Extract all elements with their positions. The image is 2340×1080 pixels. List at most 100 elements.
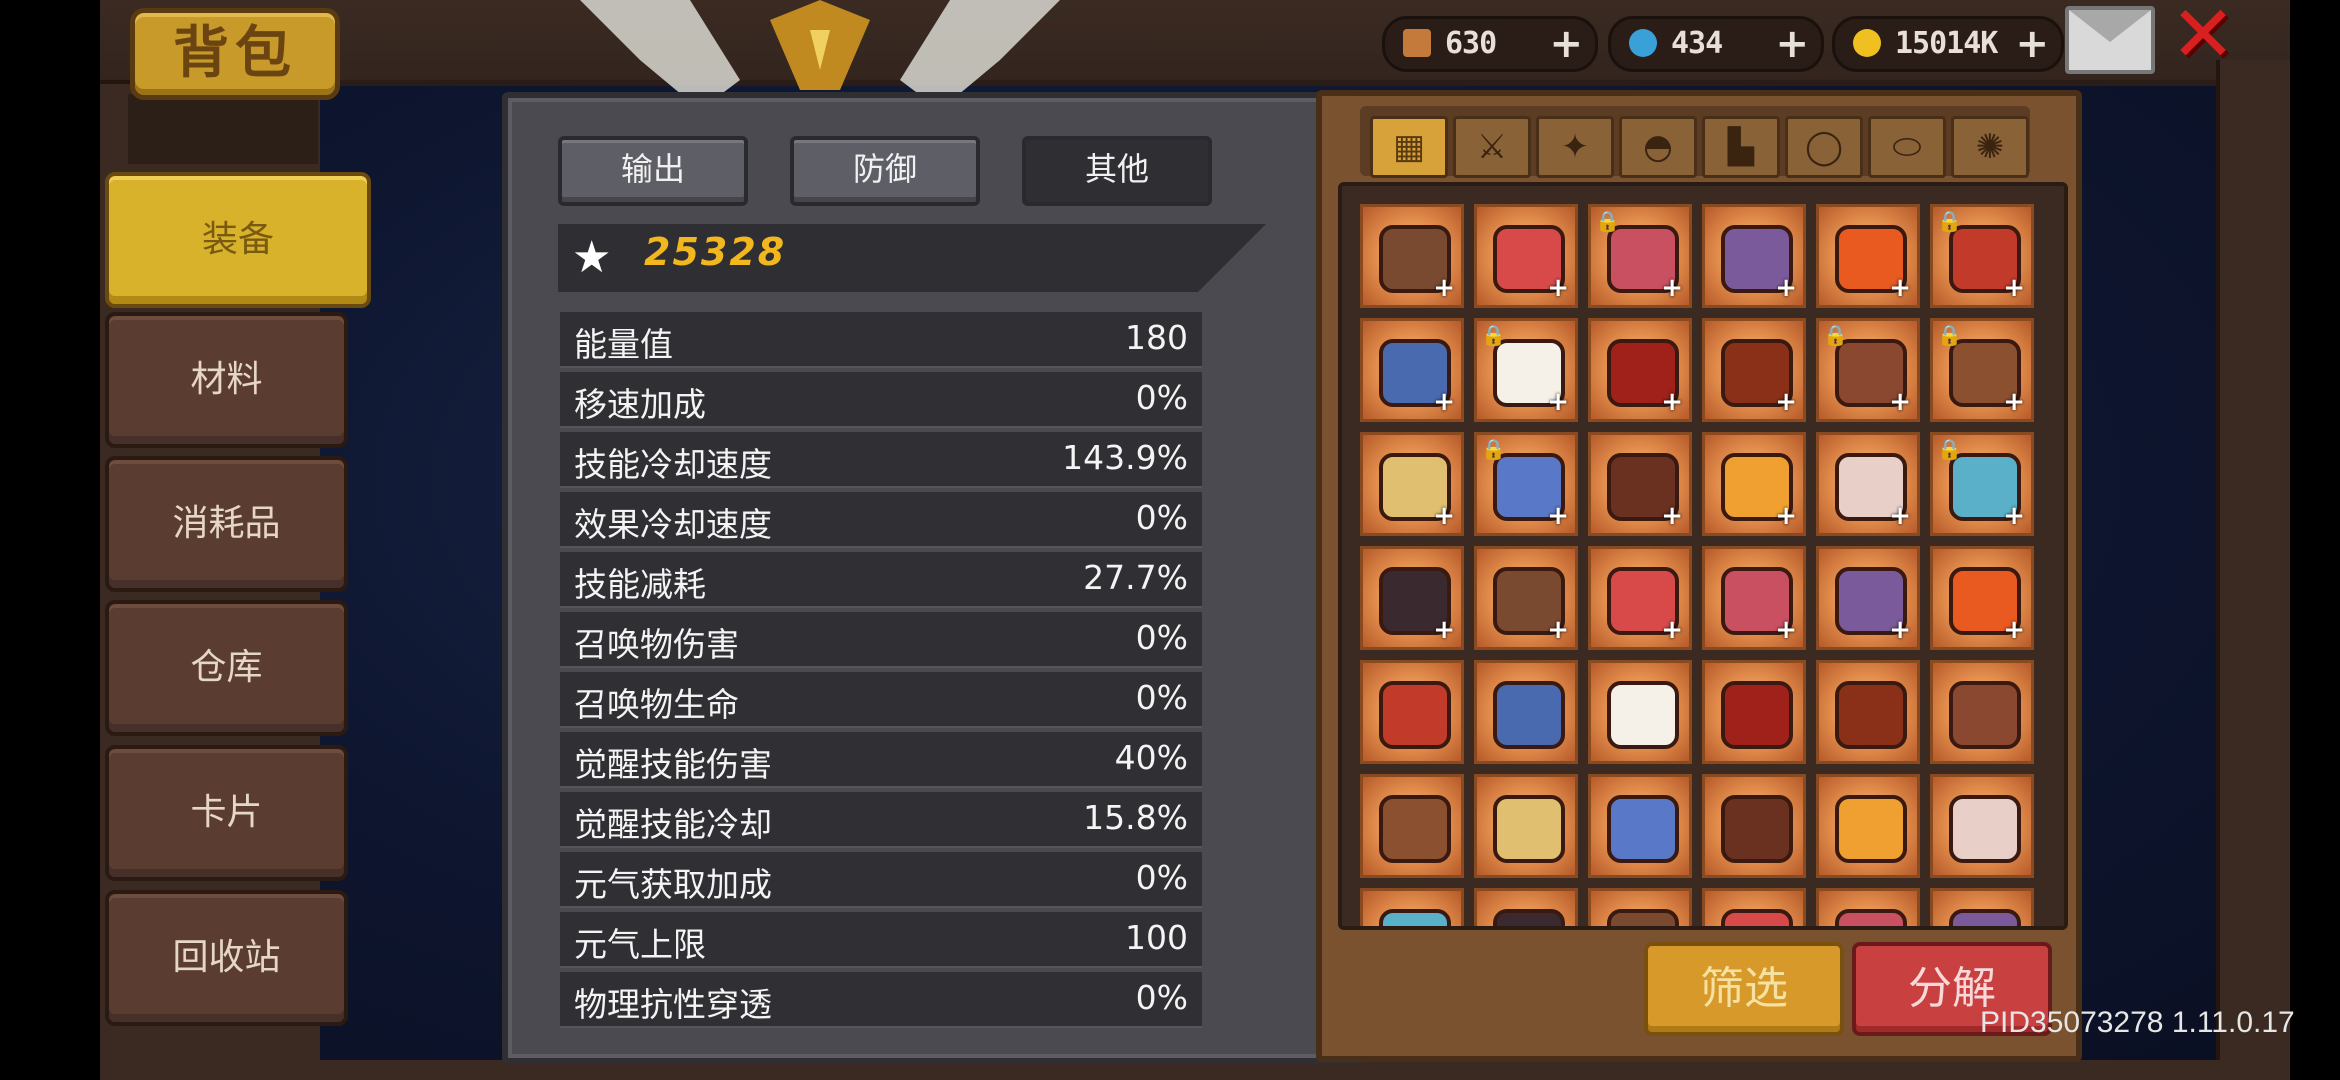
equipment-slot[interactable] bbox=[1474, 774, 1578, 878]
stat-value: 180 bbox=[1125, 318, 1188, 357]
stat-label: 元气获取加成 bbox=[574, 865, 772, 904]
equipment-slot[interactable]: + bbox=[1930, 546, 2034, 650]
equipment-slot[interactable] bbox=[1702, 774, 1806, 878]
equipment-slot[interactable]: 🔒 + bbox=[1474, 318, 1578, 422]
lock-icon: 🔒 bbox=[1823, 323, 1848, 347]
equipment-slot[interactable] bbox=[1930, 774, 2034, 878]
equipment-slot[interactable] bbox=[1930, 888, 2034, 926]
equipment-slot[interactable] bbox=[1588, 888, 1692, 926]
equipment-slot[interactable]: 🔒 + bbox=[1930, 318, 2034, 422]
equipment-slot[interactable] bbox=[1816, 888, 1920, 926]
stats-panel: 输出 防御 其他 ★ 25328 能量值 180 移速加成 0% 技能冷却速度 143.9% 效… bbox=[502, 92, 1366, 1064]
equipment-slot[interactable] bbox=[1816, 774, 1920, 878]
stat-row: 效果冷却速度 0% bbox=[560, 492, 1202, 548]
add-currency-button[interactable]: + bbox=[1549, 19, 1583, 69]
equipment-slot[interactable] bbox=[1360, 660, 1464, 764]
wood-icon bbox=[1403, 29, 1431, 57]
equipment-slot[interactable] bbox=[1588, 660, 1692, 764]
equipment-slot[interactable]: + bbox=[1702, 204, 1806, 308]
version-label: PID35073278 1.11.0.17 bbox=[1980, 1006, 2295, 1039]
equipment-slot[interactable]: + bbox=[1816, 546, 1920, 650]
equipment-slot[interactable]: + bbox=[1588, 432, 1692, 536]
equipment-slot[interactable]: + bbox=[1360, 318, 1464, 422]
equipment-slot[interactable] bbox=[1360, 888, 1464, 926]
stat-row: 觉醒技能伤害 40% bbox=[560, 732, 1202, 788]
grid-icon[interactable]: ▦ bbox=[1370, 116, 1448, 178]
equipment-slot[interactable]: + bbox=[1588, 546, 1692, 650]
equipment-item-icon bbox=[1721, 909, 1793, 926]
lock-icon: 🔒 bbox=[1481, 323, 1506, 347]
equipment-slot[interactable] bbox=[1702, 660, 1806, 764]
equipment-slot[interactable]: 🔒 + bbox=[1816, 318, 1920, 422]
sidebar-item-2[interactable]: 消耗品 bbox=[105, 456, 348, 592]
sidebar-item-3[interactable]: 仓库 bbox=[105, 600, 348, 736]
stat-label: 移速加成 bbox=[574, 385, 706, 424]
equipment-slot[interactable]: + bbox=[1588, 318, 1692, 422]
upgrade-plus-icon: + bbox=[1775, 501, 1797, 531]
stat-label: 召唤物伤害 bbox=[574, 625, 739, 664]
equipment-slot[interactable] bbox=[1816, 660, 1920, 764]
add-currency-button[interactable]: + bbox=[2015, 19, 2049, 69]
equipment-slot[interactable]: + bbox=[1702, 432, 1806, 536]
equipment-grid[interactable]: + + 🔒 + + + 🔒 + + 🔒 + + + 🔒 + 🔒 + + 🔒 + + + + 🔒 + + + + + + + bbox=[1338, 182, 2068, 930]
currency-gold: 15014K + bbox=[1832, 16, 2064, 72]
equipment-item-icon bbox=[1379, 795, 1451, 863]
equipment-slot[interactable] bbox=[1474, 888, 1578, 926]
sidebar-item-5[interactable]: 回收站 bbox=[105, 890, 348, 1026]
equipment-item-icon bbox=[1607, 795, 1679, 863]
sidebar-item-1[interactable]: 材料 bbox=[105, 312, 348, 448]
equipment-slot[interactable]: + bbox=[1474, 546, 1578, 650]
equipment-item-icon bbox=[1379, 909, 1451, 926]
equipment-slot[interactable] bbox=[1474, 660, 1578, 764]
upgrade-plus-icon: + bbox=[2003, 273, 2025, 303]
equipment-slot[interactable]: + bbox=[1474, 204, 1578, 308]
equipment-slot[interactable]: + bbox=[1702, 318, 1806, 422]
equipment-item-icon bbox=[1949, 681, 2021, 749]
add-currency-button[interactable]: + bbox=[1775, 19, 1809, 69]
equipment-item-icon bbox=[1493, 795, 1565, 863]
equipment-slot[interactable]: + bbox=[1702, 546, 1806, 650]
tab-1[interactable]: 防御 bbox=[790, 136, 980, 206]
equipment-item-icon bbox=[1835, 909, 1907, 926]
equipment-slot[interactable] bbox=[1702, 888, 1806, 926]
close-button[interactable]: ✕ bbox=[2168, 0, 2238, 74]
ring-icon[interactable]: ◯ bbox=[1785, 116, 1863, 178]
equipment-slot[interactable] bbox=[1930, 660, 2034, 764]
equipment-slot[interactable]: + bbox=[1360, 432, 1464, 536]
filter-button[interactable]: 筛选 bbox=[1644, 942, 1844, 1036]
equipment-slot[interactable]: + bbox=[1816, 204, 1920, 308]
coin-icon bbox=[1853, 29, 1881, 57]
stat-value: 27.7% bbox=[1083, 558, 1188, 597]
helmet-icon[interactable]: ◓ bbox=[1619, 116, 1697, 178]
equipment-panel: ▦ ⚔ ✦ ◓ ▙ ◯ ⬭ ✺ + + 🔒 + + + 🔒 + + 🔒 + + + 🔒 + 🔒 + + 🔒 + + + + 🔒 + + + + + + +… bbox=[1316, 90, 2082, 1062]
equipment-slot[interactable]: + bbox=[1360, 546, 1464, 650]
equipment-slot[interactable] bbox=[1360, 774, 1464, 878]
boots-icon[interactable]: ▙ bbox=[1702, 116, 1780, 178]
right-frame bbox=[2216, 60, 2290, 1080]
necklace-icon[interactable]: ⬭ bbox=[1868, 116, 1946, 178]
equipment-slot[interactable]: 🔒 + bbox=[1474, 432, 1578, 536]
equipment-slot[interactable]: + bbox=[1816, 432, 1920, 536]
upgrade-plus-icon: + bbox=[1661, 615, 1683, 645]
stat-list[interactable]: 能量值 180 移速加成 0% 技能冷却速度 143.9% 效果冷却速度 0% 技能减耗 27.7… bbox=[560, 312, 1202, 1032]
equipment-slot[interactable]: 🔒 + bbox=[1930, 204, 2034, 308]
upgrade-plus-icon: + bbox=[1661, 273, 1683, 303]
equipment-slot[interactable]: + bbox=[1360, 204, 1464, 308]
sidebar-item-0[interactable]: 装备 bbox=[105, 172, 371, 308]
sword-icon[interactable]: ⚔ bbox=[1453, 116, 1531, 178]
currency-gem: 434 + bbox=[1608, 16, 1824, 72]
equipment-slot[interactable]: 🔒 + bbox=[1930, 432, 2034, 536]
equipment-slot[interactable] bbox=[1588, 774, 1692, 878]
stat-label: 觉醒技能冷却 bbox=[574, 805, 772, 844]
upgrade-plus-icon: + bbox=[1547, 615, 1569, 645]
upgrade-plus-icon: + bbox=[1775, 615, 1797, 645]
tab-2[interactable]: 其他 bbox=[1022, 136, 1212, 206]
equipment-slot[interactable]: 🔒 + bbox=[1588, 204, 1692, 308]
sidebar-item-4[interactable]: 卡片 bbox=[105, 745, 348, 881]
equipment-item-icon bbox=[1493, 681, 1565, 749]
mail-icon[interactable] bbox=[2065, 6, 2155, 74]
stat-label: 技能减耗 bbox=[574, 565, 706, 604]
pet-icon[interactable]: ✦ bbox=[1536, 116, 1614, 178]
gear-icon[interactable]: ✺ bbox=[1951, 116, 2029, 178]
tab-0[interactable]: 输出 bbox=[558, 136, 748, 206]
